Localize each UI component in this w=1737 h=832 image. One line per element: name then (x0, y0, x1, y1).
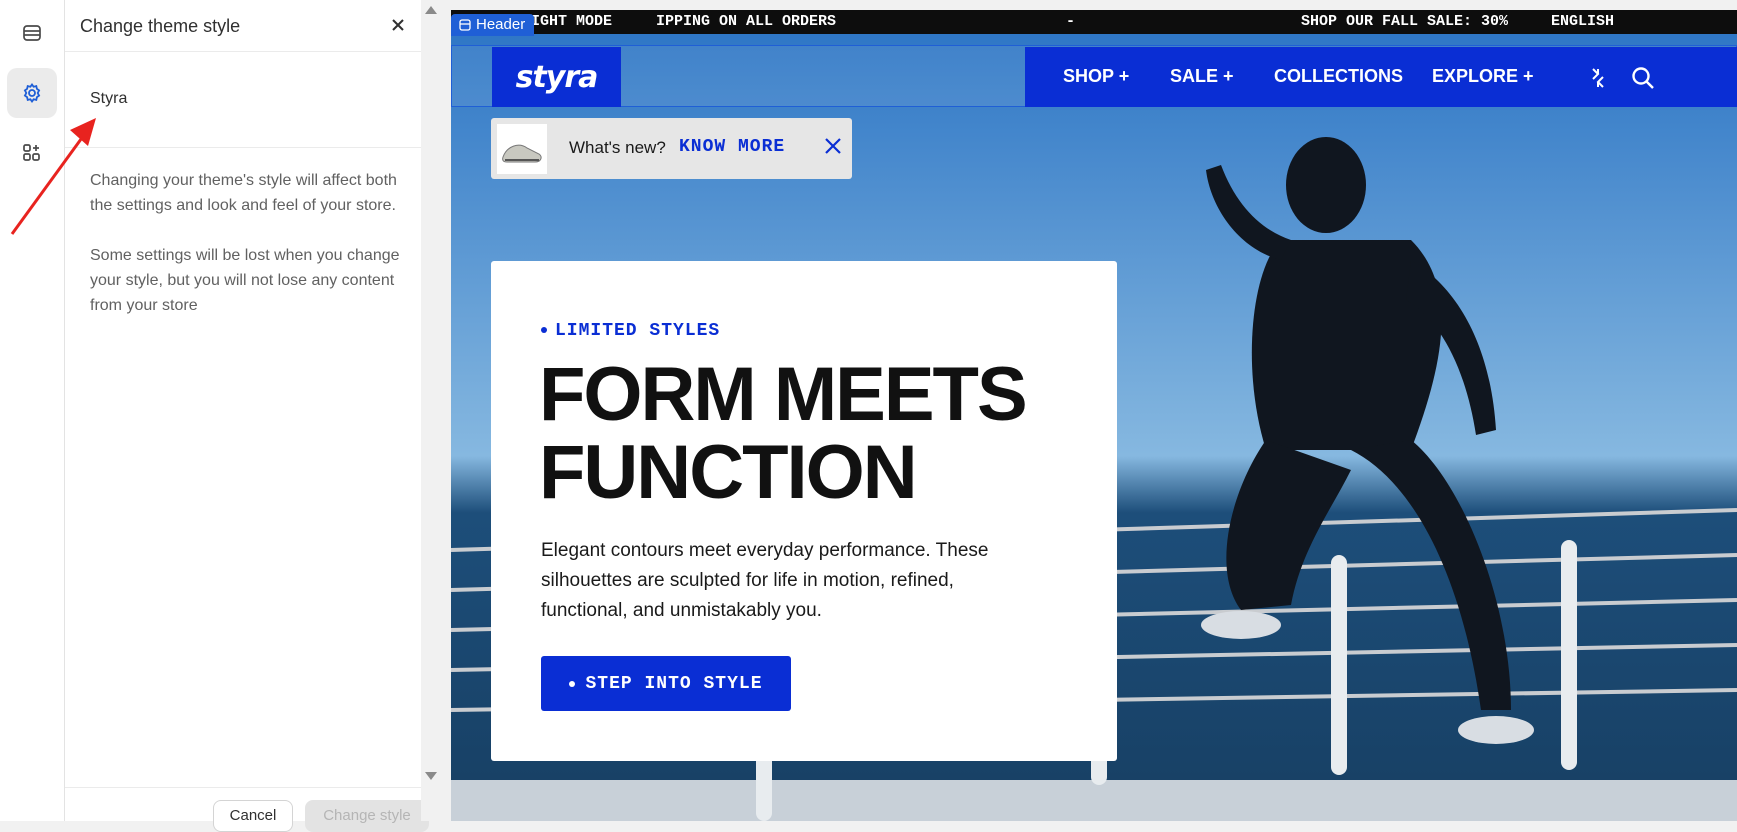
step-into-style-button[interactable]: STEP INTO STYLE (541, 656, 791, 711)
collapse-icon[interactable] (1585, 65, 1611, 91)
panel-title: Change theme style (80, 16, 241, 36)
site-header: styra SHOP + SALE + COLLECTIONS EXPLORE … (451, 45, 1737, 107)
storefront-preview: IGHT MODE IPPING ON ALL ORDERS - SHOP OU… (451, 10, 1737, 821)
language-selector[interactable]: ENGLISH (1551, 13, 1614, 30)
sneaker-icon (502, 144, 542, 163)
panel-scrollbar[interactable] (421, 0, 439, 821)
description-paragraph: Some settings will be lost when you chan… (90, 247, 400, 314)
apps-button[interactable] (7, 128, 57, 178)
nav-item-sale[interactable]: SALE + (1170, 66, 1234, 87)
close-icon[interactable] (821, 134, 845, 158)
sections-icon (23, 25, 41, 41)
scroll-up-arrow-icon[interactable] (425, 6, 437, 14)
announcement-text: SHOP OUR FALL SALE: 30% (1301, 13, 1509, 30)
panel-description: Changing your theme's style will affect … (90, 168, 410, 318)
hero-headline: FORM MEETS FUNCTION (539, 356, 1059, 512)
panel-header: Change theme style (65, 0, 421, 52)
store-logo[interactable]: styra (492, 47, 621, 107)
bullet-icon (541, 327, 547, 334)
announcement-text: IGHT MODE (531, 13, 613, 30)
product-thumbnail (497, 124, 547, 174)
search-icon[interactable] (1630, 65, 1656, 91)
apps-icon (23, 144, 40, 161)
headline-line: FORM MEETS (539, 352, 1028, 437)
headline-line: FUNCTION (539, 430, 918, 515)
sections-button[interactable] (7, 8, 57, 58)
nav-item-collections[interactable]: COLLECTIONS (1274, 66, 1403, 87)
settings-icon (23, 82, 41, 104)
theme-style-option[interactable]: Styra (65, 52, 421, 148)
change-style-button[interactable]: Change style (305, 800, 429, 832)
header-tag-label: Header (476, 16, 526, 33)
close-panel-button[interactable] (387, 14, 409, 36)
announcement-separator: - (1066, 13, 1076, 30)
main-navigation: SHOP + SALE + COLLECTIONS EXPLORE + (1025, 47, 1737, 107)
cta-label: STEP INTO STYLE (585, 673, 763, 694)
whats-new-label: What's new? (569, 138, 666, 157)
announcement-text: IPPING ON ALL ORDERS (656, 13, 837, 30)
cancel-button[interactable]: Cancel (213, 800, 293, 832)
bullet-icon (569, 680, 576, 687)
left-icon-rail (0, 0, 65, 821)
change-theme-style-panel: Change theme style Styra Changing your t… (65, 0, 429, 832)
announcement-bar: IGHT MODE IPPING ON ALL ORDERS - SHOP OU… (451, 10, 1737, 34)
description-paragraph: Changing your theme's style will affect … (90, 172, 397, 214)
logo-text: styra (515, 59, 599, 95)
theme-settings-button[interactable] (7, 68, 57, 118)
theme-style-name: Styra (90, 90, 128, 107)
whats-new-popup: What's new? KNOW MORE (491, 118, 852, 179)
nav-item-shop[interactable]: SHOP + (1063, 66, 1129, 87)
panel-footer: Cancel Change style (65, 787, 429, 832)
hero-body-text: Elegant contours meet everyday performan… (541, 540, 989, 621)
header-section-tag[interactable]: Header (451, 14, 535, 36)
hero-content-card: LIMITED STYLES FORM MEETS FUNCTION Elega… (491, 261, 1117, 761)
close-icon (392, 19, 404, 31)
know-more-link[interactable]: KNOW MORE (679, 137, 785, 157)
eyebrow-text: LIMITED STYLES (555, 321, 721, 341)
section-icon (459, 19, 471, 31)
scroll-down-arrow-icon[interactable] (425, 772, 437, 780)
nav-item-explore[interactable]: EXPLORE + (1432, 66, 1534, 87)
hero-eyebrow: LIMITED STYLES (541, 321, 720, 341)
